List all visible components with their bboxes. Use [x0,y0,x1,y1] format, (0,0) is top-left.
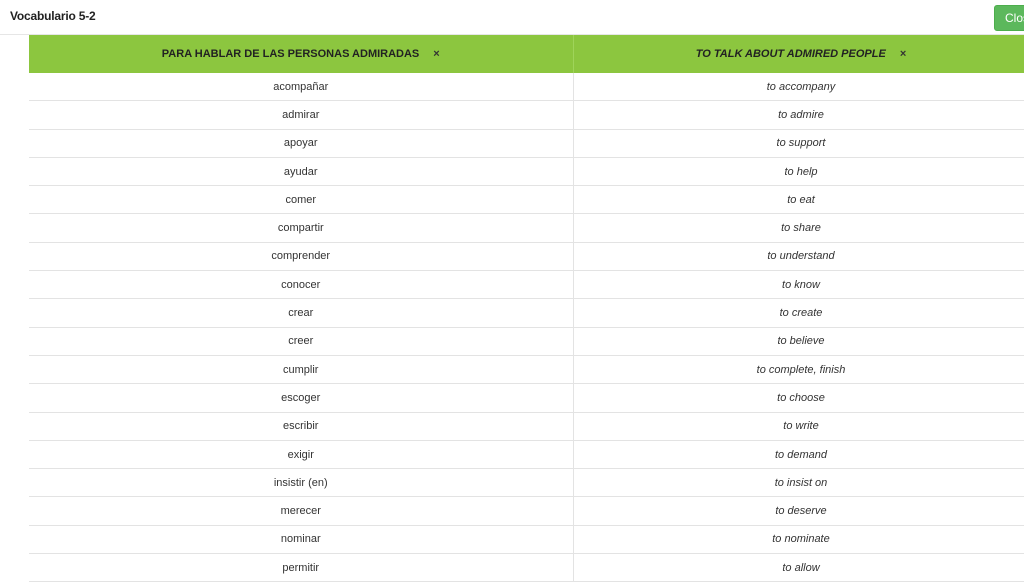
english-translation-cell: to know [573,270,1024,300]
english-translation-cell: to insist on [573,468,1024,498]
english-translation-cell: to believe [573,327,1024,356]
table-body: acompañar to accompany admirar to admire apo… [29,73,1024,583]
english-translation-cell: to accompany [573,73,1024,102]
table-row: admirar to admire [29,100,1024,130]
english-translation-cell: to understand [573,242,1024,272]
table-row: insistir (en) to insist on [29,468,1024,498]
spanish-term-cell: crear [29,298,574,328]
spanish-term-cell: admirar [29,100,574,130]
spanish-term-cell: comprender [29,242,574,272]
table-row: acompañar to accompany [29,73,1024,102]
table-row: crear to create [29,298,1024,328]
remove-column-icon[interactable]: × [433,48,439,60]
column-header-english[interactable]: TO TALK ABOUT ADMIRED PEOPLE × [573,35,1024,73]
table-row: ayudar to help [29,157,1024,187]
english-translation-cell: to create [573,298,1024,328]
remove-column-icon[interactable]: × [900,48,906,60]
table-row: escribir to write [29,412,1024,441]
english-translation-cell: to admire [573,100,1024,130]
vocabulary-table-container: PARA HABLAR DE LAS PERSONAS ADMIRADAS × … [29,35,1024,586]
spanish-term-cell: cumplir [29,355,574,385]
english-translation-cell: to help [573,157,1024,187]
spanish-term-cell: exigir [29,440,574,470]
column-header-label: PARA HABLAR DE LAS PERSONAS ADMIRADAS [161,48,420,60]
table-row: exigir to demand [29,440,1024,470]
english-translation-cell: to choose [573,383,1024,413]
english-translation-cell: to write [573,412,1024,441]
table-row: creer to believe [29,327,1024,356]
table-row: conocer to know [29,270,1024,300]
english-translation-cell: to nominate [573,525,1024,555]
spanish-term-cell: ayudar [29,157,574,187]
spanish-term-cell: creer [29,327,574,356]
english-translation-cell: to deserve [573,496,1024,526]
dialog-title: Vocabulario 5-2 [10,9,96,23]
english-translation-cell: to demand [573,440,1024,470]
table-header-row: PARA HABLAR DE LAS PERSONAS ADMIRADAS × … [29,35,1024,73]
spanish-term-cell: insistir (en) [29,468,574,498]
english-translation-cell: to allow [573,553,1024,583]
table-row: comprender to understand [29,242,1024,272]
spanish-term-cell: nominar [29,525,574,555]
table-row: permitir to allow [29,553,1024,583]
table-row: compartir to share [29,213,1024,243]
spanish-term-cell: apoyar [29,129,574,158]
table-row: nominar to nominate [29,525,1024,555]
table-row: apoyar to support [29,129,1024,158]
english-translation-cell: to share [573,213,1024,243]
spanish-term-cell: escoger [29,383,574,413]
dialog-header: Vocabulario 5-2 Close [0,0,1024,35]
table-row: cumplir to complete, finish [29,355,1024,385]
spanish-term-cell: acompañar [29,73,574,102]
spanish-term-cell: merecer [29,496,574,526]
close-button[interactable]: Close [994,5,1024,31]
spanish-term-cell: compartir [29,213,574,243]
spanish-term-cell: conocer [29,270,574,300]
column-header-spanish[interactable]: PARA HABLAR DE LAS PERSONAS ADMIRADAS × [29,35,574,73]
english-translation-cell: to support [573,129,1024,158]
vocabulary-table: PARA HABLAR DE LAS PERSONAS ADMIRADAS × … [29,35,1024,583]
english-translation-cell: to eat [573,185,1024,215]
column-header-label: TO TALK ABOUT ADMIRED PEOPLE [695,48,886,60]
spanish-term-cell: permitir [29,553,574,583]
spanish-term-cell: escribir [29,412,574,441]
table-row: comer to eat [29,185,1024,215]
english-translation-cell: to complete, finish [573,355,1024,385]
spanish-term-cell: comer [29,185,574,215]
table-row: escoger to choose [29,383,1024,413]
table-row: merecer to deserve [29,496,1024,526]
